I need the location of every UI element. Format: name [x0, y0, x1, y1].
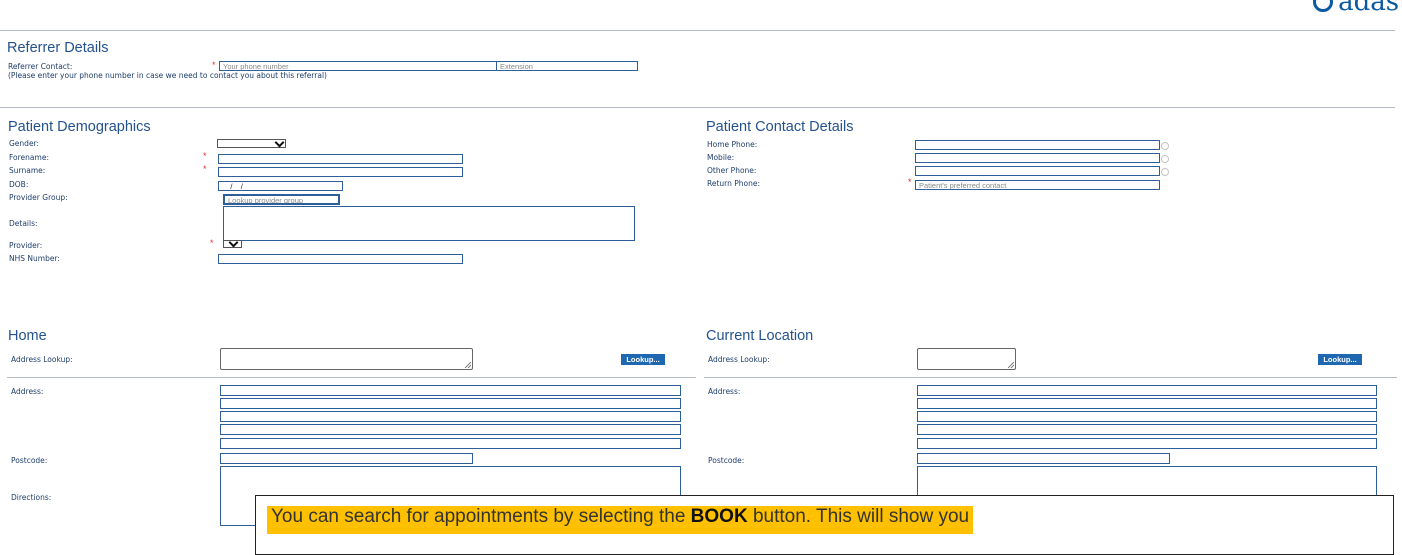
resize-grip-icon[interactable]	[465, 362, 471, 368]
current-lookup-button[interactable]: Lookup...	[1318, 354, 1362, 365]
home-phone-label: Home Phone:	[707, 140, 758, 149]
home-postcode-input[interactable]	[220, 453, 473, 464]
details-label: Details:	[9, 219, 38, 228]
current-address-line-1[interactable]	[917, 385, 1377, 396]
mobile-input[interactable]	[915, 153, 1160, 163]
current-location-heading: Current Location	[706, 328, 814, 344]
mobile-label: Mobile:	[707, 153, 735, 162]
mobile-radio[interactable]	[1161, 155, 1169, 163]
provider-group-input[interactable]: Lookup provider group	[223, 194, 340, 205]
home-directions-label: Directions:	[11, 493, 52, 502]
tutorial-callout: You can search for appointments by selec…	[255, 495, 1394, 555]
home-address-line-1[interactable]	[220, 385, 681, 396]
home-lookup-button[interactable]: Lookup...	[621, 354, 665, 365]
current-postcode-input[interactable]	[917, 453, 1170, 464]
provider-group-label: Provider Group:	[9, 193, 68, 202]
other-phone-radio[interactable]	[1161, 168, 1169, 176]
surname-input[interactable]	[218, 167, 463, 177]
callout-book-keyword: BOOK	[690, 506, 748, 527]
nhs-number-input[interactable]	[218, 254, 463, 264]
resize-grip-icon[interactable]	[1008, 362, 1014, 368]
home-heading: Home	[8, 328, 47, 344]
dob-label: DOB:	[9, 180, 29, 189]
referrer-heading: Referrer Details	[7, 40, 109, 56]
current-address-label: Address:	[708, 387, 741, 396]
current-address-line-5[interactable]	[917, 438, 1377, 449]
current-address-line-2[interactable]	[917, 398, 1377, 409]
forename-input[interactable]	[218, 154, 463, 164]
home-address-lookup-textarea[interactable]	[220, 348, 473, 370]
callout-text-after: button. This will show you	[747, 506, 970, 527]
forename-required-mark: *	[203, 151, 207, 161]
provider-select[interactable]	[223, 237, 242, 248]
current-address-lookup-textarea[interactable]	[917, 348, 1016, 370]
current-address-line-3[interactable]	[917, 411, 1377, 422]
demographics-heading: Patient Demographics	[8, 119, 151, 135]
referrer-extension-input[interactable]: Extension	[496, 61, 638, 71]
chevron-down-icon	[228, 237, 239, 248]
gender-label: Gender:	[9, 139, 40, 148]
home-phone-radio[interactable]	[1161, 142, 1169, 150]
logo-ring-icon	[1313, 0, 1333, 12]
return-phone-label: Return Phone:	[707, 179, 761, 188]
home-postcode-label: Postcode:	[11, 456, 48, 465]
gender-select[interactable]	[217, 137, 286, 148]
surname-label: Surname:	[9, 166, 46, 175]
dob-input[interactable]: __/__/____	[218, 181, 343, 191]
details-textarea[interactable]	[223, 206, 635, 241]
provider-label: Provider:	[9, 241, 43, 250]
home-address-line-2[interactable]	[220, 398, 681, 409]
home-address-line-3[interactable]	[220, 411, 681, 422]
forename-label: Forename:	[9, 153, 49, 162]
referrer-note: (Please enter your phone number in case …	[8, 71, 327, 80]
provider-required-mark: *	[210, 238, 214, 248]
home-address-lookup-label: Address Lookup:	[11, 355, 73, 364]
return-phone-input[interactable]: Patient's preferred contact	[915, 180, 1160, 190]
section-divider	[0, 107, 1395, 108]
home-divider	[7, 377, 696, 378]
callout-text: You can search for appointments by selec…	[267, 506, 974, 534]
surname-required-mark: *	[203, 164, 207, 174]
top-divider	[0, 30, 1395, 31]
referrer-contact-label: Referrer Contact:	[8, 62, 73, 71]
other-phone-label: Other Phone:	[707, 166, 757, 175]
chevron-down-icon	[274, 137, 285, 148]
referrer-phone-input[interactable]: Your phone number	[219, 61, 497, 71]
contact-heading: Patient Contact Details	[706, 119, 854, 135]
home-address-label: Address:	[11, 387, 44, 396]
return-phone-required-mark: *	[908, 177, 912, 187]
other-phone-input[interactable]	[915, 166, 1160, 176]
current-address-lookup-label: Address Lookup:	[708, 355, 770, 364]
referrer-required-mark: *	[212, 60, 216, 70]
callout-text-before: You can search for appointments by selec…	[271, 506, 691, 527]
logo-text: adastra	[1338, 0, 1402, 17]
nhs-number-label: NHS Number:	[9, 254, 60, 263]
home-phone-input[interactable]	[915, 140, 1160, 150]
home-address-line-4[interactable]	[220, 424, 681, 435]
home-address-line-5[interactable]	[220, 438, 681, 449]
current-divider	[704, 377, 1397, 378]
adastra-logo: adastra	[1313, 0, 1402, 17]
current-postcode-label: Postcode:	[708, 456, 745, 465]
current-address-line-4[interactable]	[917, 424, 1377, 435]
